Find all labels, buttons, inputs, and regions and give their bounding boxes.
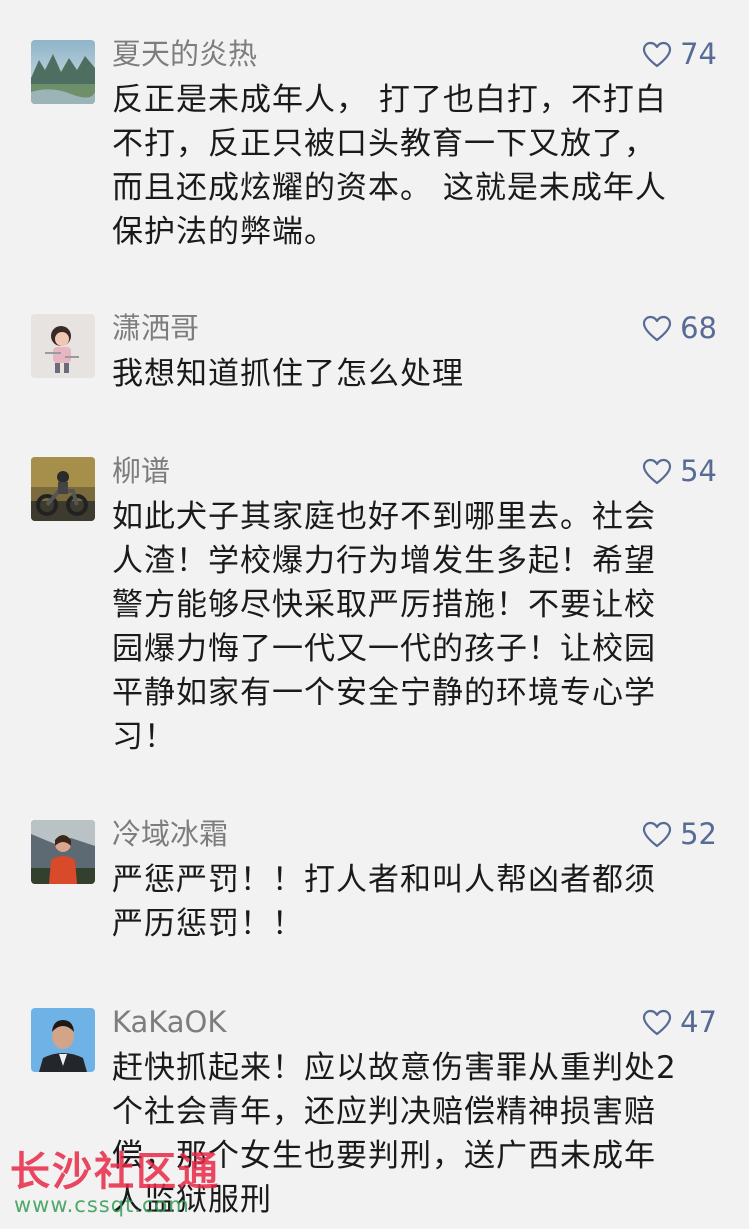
username[interactable]: 柳谱 <box>112 451 170 491</box>
comment-text: 如此犬子其家庭也好不到哪里去。社会 人渣！学校爆力行为增发生多起！希望 警方能够… <box>112 495 712 759</box>
username[interactable]: 夏天的炎热 <box>112 34 257 74</box>
site-watermark: 长沙社区通 www.cssqt.com <box>10 1148 230 1220</box>
comment-line: 习！ <box>112 719 176 755</box>
like-button[interactable]: 54 <box>642 451 717 491</box>
username[interactable]: 冷域冰霜 <box>112 814 228 854</box>
username[interactable]: 潇洒哥 <box>112 308 199 348</box>
comment-line: 我想知道抓住了怎么处理 <box>112 356 464 392</box>
watermark-url: www.cssqt.com <box>14 1193 190 1217</box>
comment-line: 赶快抓起来！应以故意伤害罪从重判处2 <box>112 1050 677 1086</box>
avatar-motorcycle-image <box>31 457 95 521</box>
heart-outline-icon <box>642 315 672 341</box>
comment-line: 园爆力悔了一代又一代的孩子！让校园 <box>112 631 656 667</box>
like-button[interactable]: 47 <box>642 1002 717 1042</box>
like-count: 47 <box>680 1005 717 1039</box>
like-button[interactable]: 52 <box>642 814 717 854</box>
comment-line: 而且还成炫耀的资本。 这就是未成年人 <box>112 170 667 206</box>
comment-line: 人渣！学校爆力行为增发生多起！希望 <box>112 543 656 579</box>
comment-line: 不打，反正只被口头教育一下又放了， <box>112 126 656 162</box>
comment-line: 个社会青年，还应判决赔偿精神损害赔 <box>112 1094 656 1130</box>
comment-line: 平静如家有一个安全宁静的环境专心学 <box>112 675 656 711</box>
watermark-title: 长沙社区通 <box>10 1149 220 1195</box>
comment-text: 我想知道抓住了怎么处理 <box>112 352 712 396</box>
comment-line: 保护法的弊端。 <box>112 214 336 250</box>
like-button[interactable]: 68 <box>642 308 717 348</box>
like-button[interactable]: 74 <box>642 34 717 74</box>
avatar-child-image <box>31 314 95 378</box>
heart-outline-icon <box>642 821 672 847</box>
comment-line: 反正是未成年人， 打了也白打，不打白 <box>112 82 667 118</box>
comment-line: 严惩严罚！！打人者和叫人帮凶者都须 <box>112 862 656 898</box>
avatar-person-image <box>31 820 95 884</box>
avatar[interactable] <box>31 457 95 521</box>
comment-text: 反正是未成年人， 打了也白打，不打白 不打，反正只被口头教育一下又放了， 而且还… <box>112 78 712 254</box>
heart-outline-icon <box>642 41 672 67</box>
comment-line: 警方能够尽快采取严厉措施！不要让校 <box>112 587 656 623</box>
like-count: 54 <box>680 454 717 488</box>
avatar[interactable] <box>31 1008 95 1072</box>
avatar[interactable] <box>31 314 95 378</box>
like-count: 68 <box>680 311 717 345</box>
avatar-landscape-image <box>31 40 95 104</box>
comment-line: 如此犬子其家庭也好不到哪里去。社会 <box>112 499 656 535</box>
heart-outline-icon <box>642 458 672 484</box>
username[interactable]: KaKaOK <box>112 1002 226 1042</box>
comment-line: 严历惩罚！！ <box>112 906 304 942</box>
avatar[interactable] <box>31 40 95 104</box>
comment-text: 严惩严罚！！打人者和叫人帮凶者都须 严历惩罚！！ <box>112 858 712 946</box>
avatar[interactable] <box>31 820 95 884</box>
heart-outline-icon <box>642 1009 672 1035</box>
comment-list: 夏天的炎热 74 反正是未成年人， 打了也白打，不打白 不打，反正只被口头教育一… <box>0 0 749 1229</box>
like-count: 74 <box>680 37 717 71</box>
like-count: 52 <box>680 817 717 851</box>
avatar-portrait-image <box>31 1008 95 1072</box>
